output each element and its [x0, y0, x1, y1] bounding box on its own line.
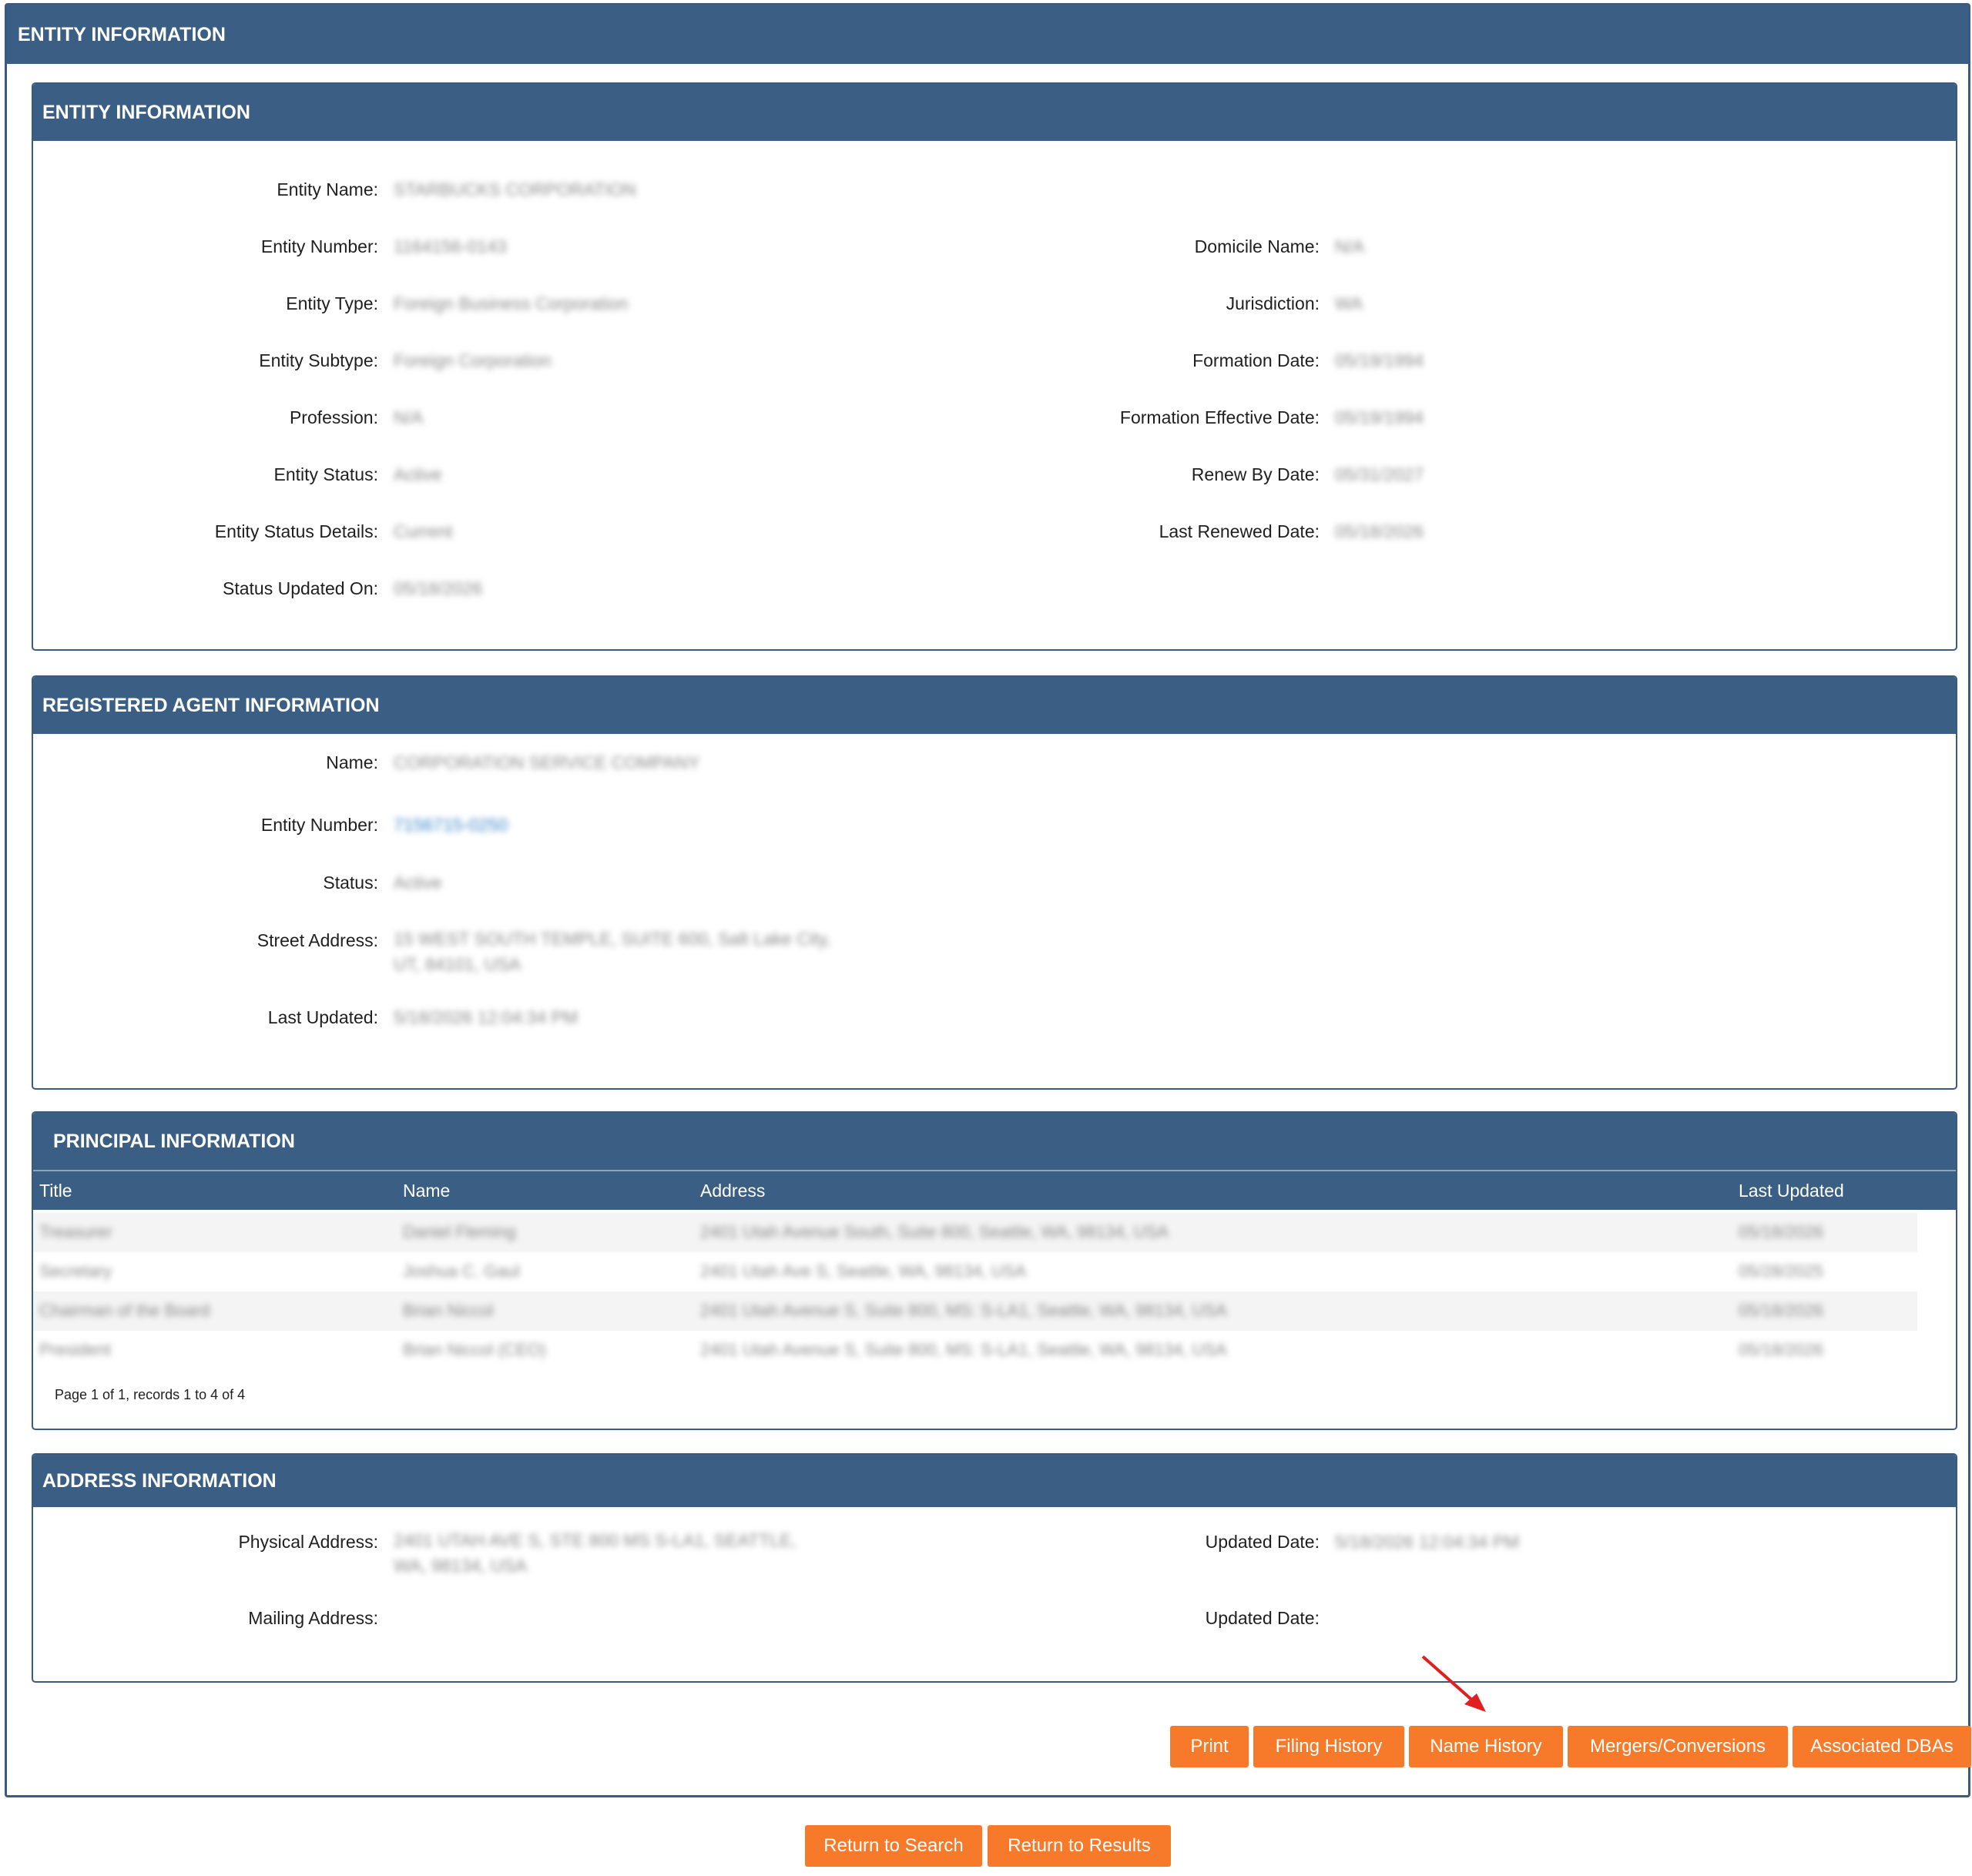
agent-last-updated-label: Last Updated:	[267, 1007, 378, 1027]
physical-address-value: 2401 UTAH AVE S, STE 800 MS S-LA1, SEATT…	[394, 1530, 797, 1576]
cell-name: Brian Niccol (CEO)	[403, 1340, 546, 1359]
annotation-arrow-icon	[1421, 1655, 1486, 1712]
table-pager: Page 1 of 1, records 1 to 4 of 4	[55, 1387, 246, 1402]
status-updated-on-value: 05/18/2026	[394, 578, 483, 598]
entity-information-container: ENTITY INFORMATION ENTITY INFORMATION En…	[5, 3, 1971, 1797]
table-row[interactable]: Chairman of the Board Brian Niccol 2401 Ut…	[33, 1291, 1917, 1331]
column-header-name[interactable]: Name	[403, 1181, 450, 1201]
agent-last-updated-value: 5/18/2026 12:04:34 PM	[394, 1007, 579, 1027]
cell-address: 2401 Utah Avenue South, Suite 800, Seatt…	[700, 1222, 1169, 1241]
cell-title: President	[39, 1340, 111, 1359]
formation-date-label: Formation Date:	[1192, 350, 1320, 370]
cell-address: 2401 Utah Avenue S, Suite 800, MS: S-LA1…	[700, 1301, 1227, 1320]
entity-number-value: 1164156-0143	[394, 236, 507, 256]
print-button[interactable]: Print	[1170, 1726, 1249, 1767]
cell-title: Secretary	[39, 1261, 112, 1281]
profession-value: N/A	[394, 407, 424, 427]
formation-effective-date-label: Formation Effective Date:	[1119, 407, 1320, 427]
entity-type-label: Entity Type:	[286, 293, 378, 313]
principal-table-header: Title Name Address Last Updated	[33, 1170, 1956, 1210]
jurisdiction-label: Jurisdiction:	[1226, 293, 1320, 313]
entity-information-panel: ENTITY INFORMATION Entity Name: STARBUCKS…	[32, 82, 1957, 651]
cell-last-updated: 05/28/2025	[1739, 1261, 1824, 1281]
cell-last-updated: 05/18/2026	[1739, 1340, 1824, 1359]
entity-type-value: Foreign Business Corporation	[394, 293, 629, 313]
physical-updated-value: 5/18/2026 12:04:34 PM	[1335, 1532, 1520, 1552]
domicile-name-value: N/A	[1335, 236, 1365, 256]
table-row[interactable]: Secretary Joshua C. Gaul 2401 Utah Ave S, …	[33, 1252, 1917, 1291]
last-renewed-date-value: 05/18/2026	[1335, 521, 1424, 541]
mailing-address-label: Mailing Address:	[248, 1608, 378, 1628]
principal-information-panel: PRINCIPAL INFORMATION Title Name Address…	[32, 1111, 1957, 1430]
filing-history-button[interactable]: Filing History	[1253, 1726, 1404, 1767]
entity-subtype-label: Entity Subtype:	[259, 350, 378, 370]
return-to-results-button[interactable]: Return to Results	[988, 1825, 1171, 1867]
cell-title: Treasurer	[39, 1222, 112, 1241]
agent-status-label: Status:	[323, 873, 378, 893]
cell-last-updated: 05/18/2026	[1739, 1301, 1824, 1320]
jurisdiction-value: WA	[1335, 293, 1363, 313]
associated-dbas-button[interactable]: Associated DBAs	[1793, 1726, 1971, 1767]
formation-date-value: 05/19/1994	[1335, 350, 1424, 370]
agent-entity-number-label: Entity Number:	[260, 815, 378, 835]
column-header-last-updated[interactable]: Last Updated	[1739, 1181, 1844, 1201]
principal-panel-title: PRINCIPAL INFORMATION	[33, 1113, 1956, 1170]
cell-name: Joshua C. Gaul	[403, 1261, 520, 1281]
return-to-search-button[interactable]: Return to Search	[805, 1825, 982, 1867]
entity-name-label: Entity Name:	[277, 179, 378, 199]
formation-effective-date-value: 05/19/1994	[1335, 407, 1424, 427]
last-renewed-date-label: Last Renewed Date:	[1159, 521, 1320, 541]
entity-status-label: Entity Status:	[273, 464, 378, 484]
cell-name: Daniel Fleming	[403, 1222, 516, 1241]
cell-address: 2401 Utah Ave S, Seattle, WA, 98134, USA	[700, 1261, 1027, 1281]
mailing-updated-label: Updated Date:	[1205, 1608, 1320, 1628]
domicile-name-label: Domicile Name:	[1194, 236, 1320, 256]
agent-name-label: Name:	[326, 752, 378, 772]
agent-street-value: 15 WEST SOUTH TEMPLE, SUITE 600, Salt La…	[394, 929, 831, 974]
agent-entity-number-link[interactable]: 7156715-0250	[394, 815, 508, 836]
renew-by-date-value: 05/31/2027	[1335, 464, 1424, 484]
registered-agent-panel: REGISTERED AGENT INFORMATION Name: CORPO…	[32, 675, 1957, 1090]
address-panel-title: ADDRESS INFORMATION	[33, 1455, 1956, 1507]
entity-name-value: STARBUCKS CORPORATION	[394, 179, 636, 199]
column-header-title[interactable]: Title	[39, 1181, 72, 1201]
agent-panel-title: REGISTERED AGENT INFORMATION	[33, 677, 1956, 734]
entity-status-details-label: Entity Status Details:	[214, 521, 378, 541]
agent-name-value: CORPORATION SERVICE COMPANY	[394, 752, 700, 772]
name-history-button[interactable]: Name History	[1409, 1726, 1563, 1767]
table-row[interactable]: President Brian Niccol (CEO) 2401 Utah Ave…	[33, 1331, 1917, 1370]
agent-street-label: Street Address:	[257, 930, 378, 950]
agent-status-value: Active	[394, 873, 442, 893]
mergers-conversions-button[interactable]: Mergers/Conversions	[1568, 1726, 1788, 1767]
profession-label: Profession:	[289, 407, 378, 427]
cell-address: 2401 Utah Avenue S, Suite 800, MS: S-LA1…	[700, 1340, 1227, 1359]
table-row[interactable]: Treasurer Daniel Fleming 2401 Utah Avenue …	[33, 1213, 1917, 1252]
entity-status-value: Active	[394, 464, 442, 484]
physical-updated-label: Updated Date:	[1205, 1532, 1320, 1552]
cell-name: Brian Niccol	[403, 1301, 494, 1320]
column-header-address[interactable]: Address	[700, 1181, 765, 1201]
entity-panel-title: ENTITY INFORMATION	[33, 84, 1956, 141]
renew-by-date-label: Renew By Date:	[1191, 464, 1320, 484]
entity-number-label: Entity Number:	[260, 236, 378, 256]
address-information-panel: ADDRESS INFORMATION Physical Address: 24…	[32, 1453, 1957, 1683]
outer-header: ENTITY INFORMATION	[7, 5, 1968, 64]
entity-subtype-value: Foreign Corporation	[394, 350, 552, 370]
cell-title: Chairman of the Board	[39, 1301, 210, 1320]
entity-status-details-value: Current	[394, 521, 453, 541]
status-updated-on-label: Status Updated On:	[222, 578, 378, 598]
cell-last-updated: 05/18/2026	[1739, 1222, 1824, 1241]
physical-address-label: Physical Address:	[238, 1532, 378, 1552]
